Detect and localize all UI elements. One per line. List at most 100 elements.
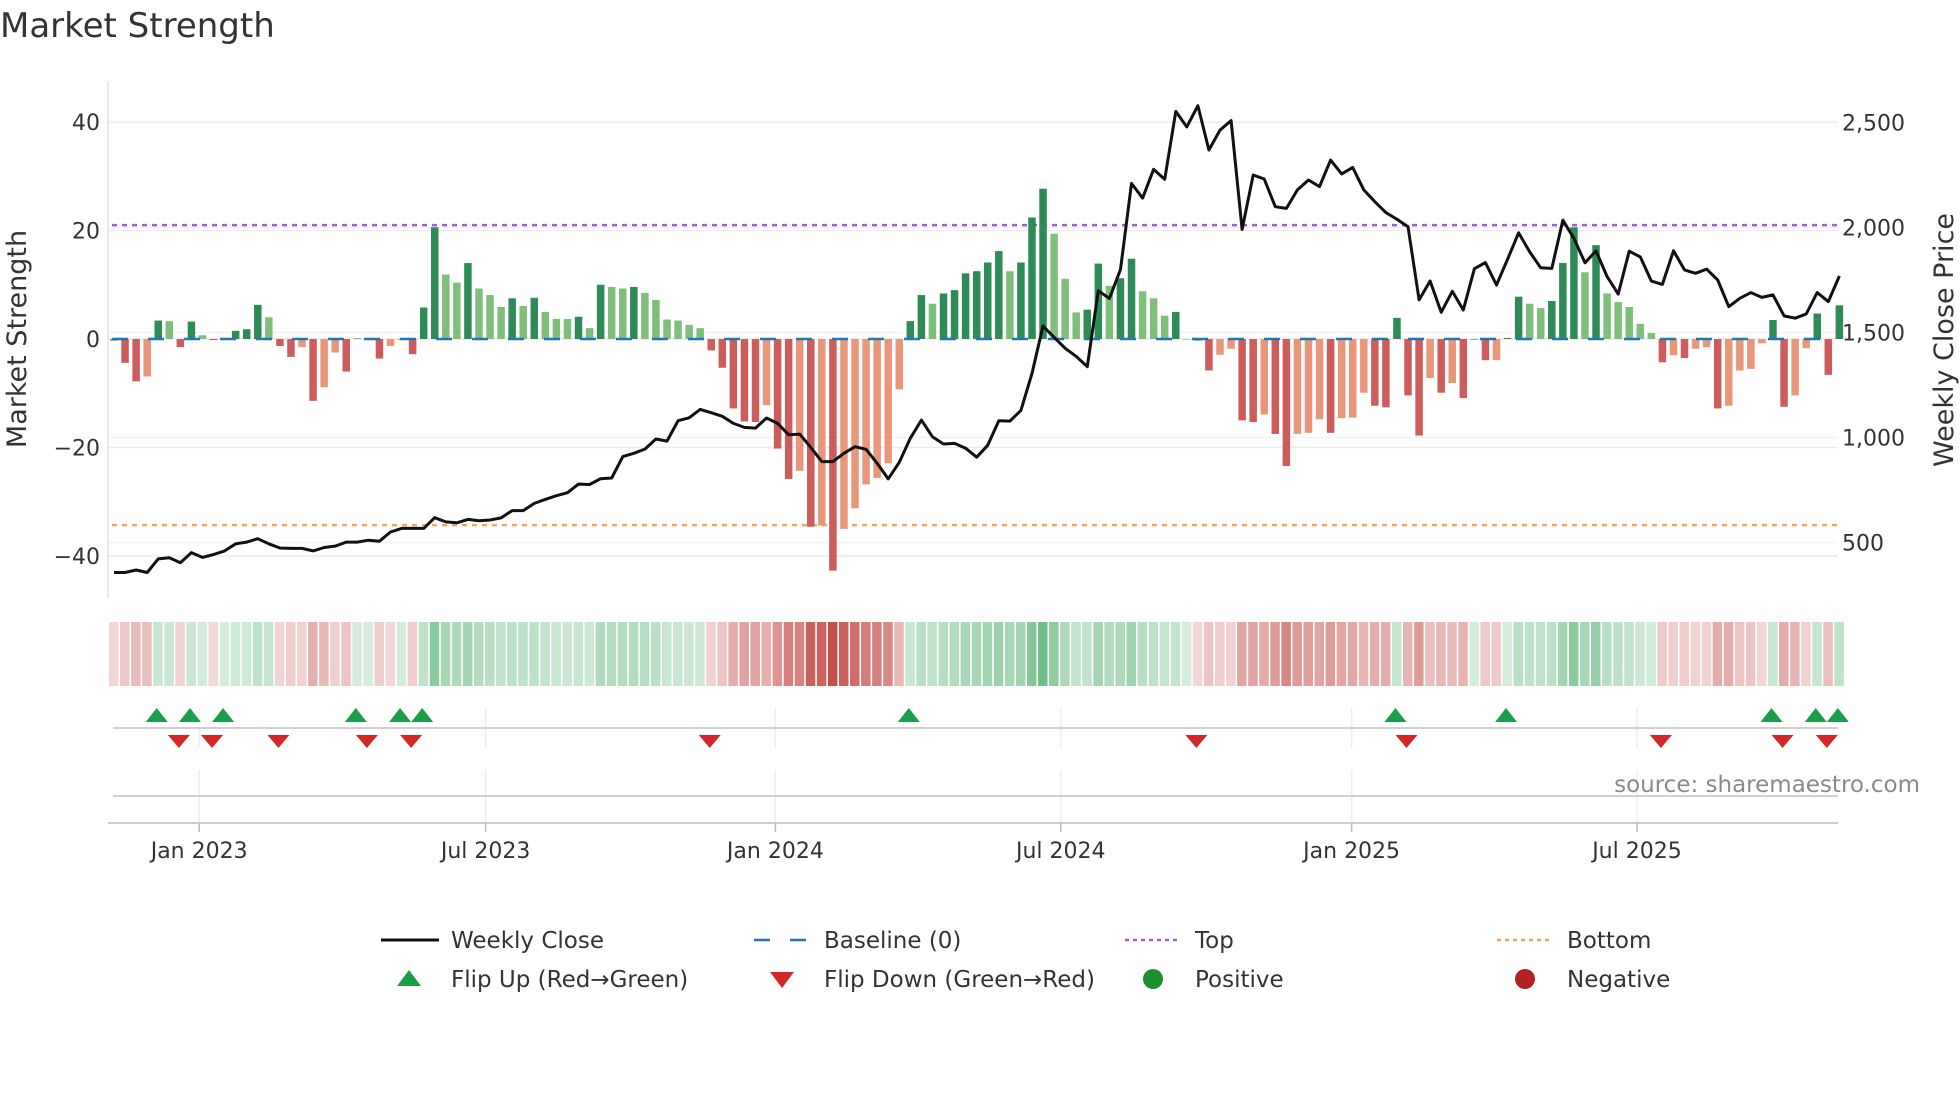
heat-strip-cell [1071, 622, 1081, 686]
y-tick-label: 0 [86, 328, 100, 353]
strength-bar [1536, 308, 1545, 339]
heat-strip-cell [1480, 622, 1490, 686]
strength-bar [773, 339, 782, 449]
heat-strip-cell [407, 622, 418, 686]
heat-strip-cell [1281, 622, 1291, 686]
flip-down-marker [167, 735, 190, 748]
strength-bar [1481, 339, 1490, 361]
strength-bar [1127, 258, 1136, 339]
strength-bar [1581, 272, 1589, 339]
heat-strip-cell [175, 622, 185, 686]
heat-strip-cell [883, 622, 893, 686]
heat-strip-cell [540, 622, 550, 686]
strength-bar [652, 299, 660, 339]
heat-strip-cell [1568, 622, 1579, 686]
strength-bar [696, 328, 704, 339]
source-label: source: sharemaestro.com [1614, 772, 1920, 798]
strength-bar [1492, 339, 1501, 361]
strength-bar [1282, 339, 1291, 466]
heat-strip-cell [285, 622, 296, 686]
heat-strip-cell [1082, 622, 1092, 686]
strength-bar [1149, 298, 1158, 339]
strength-bar [1227, 339, 1235, 349]
legend-item: Positive [1143, 967, 1284, 993]
strength-bar [1636, 323, 1645, 339]
heat-strip-cell [1226, 622, 1236, 686]
strength-bar [419, 307, 428, 339]
heat-strip-cell [1004, 622, 1015, 686]
legend-label: Positive [1195, 967, 1284, 993]
heat-strip-cell [639, 622, 650, 686]
heat-strip-cell [1635, 622, 1645, 686]
heat-strip-cell [1038, 622, 1048, 686]
heat-strip-cell [1336, 622, 1347, 686]
strength-bar [254, 304, 262, 339]
strength-bar [552, 318, 561, 339]
strength-bar [1603, 293, 1611, 339]
flip-down-marker [201, 735, 224, 748]
legend-label: Bottom [1567, 928, 1651, 954]
strength-bar [1669, 339, 1678, 356]
heat-strip-cell [982, 622, 993, 686]
heat-strip-cell [1557, 622, 1568, 686]
strength-bar [1426, 339, 1434, 379]
strength-bar [596, 284, 605, 339]
strength-bar [784, 339, 793, 479]
strength-bar [121, 339, 129, 363]
strength-bar [1337, 339, 1346, 419]
heat-strip-cell [1734, 622, 1745, 686]
heat-strip-cell [628, 622, 639, 686]
strength-bar [851, 339, 859, 509]
heat-strip-cell [1756, 622, 1767, 686]
heat-strip-cell [153, 622, 163, 686]
strength-bar [574, 316, 583, 339]
strength-bar [1415, 339, 1423, 436]
heat-strip-cell [805, 622, 816, 686]
y2-tick-label: 1,500 [1842, 322, 1905, 347]
heat-strip-cell [142, 622, 152, 686]
heat-strip-cell [1535, 622, 1546, 686]
heat-strip-cell [1126, 622, 1137, 686]
strength-bar [917, 295, 926, 339]
strength-bar [630, 286, 638, 339]
strength-bar [242, 329, 251, 339]
heat-strip-cell [794, 622, 805, 686]
strength-bar [1658, 339, 1667, 363]
strength-bar [209, 339, 218, 341]
heat-strip-cell [905, 622, 915, 686]
strength-bar [1780, 339, 1788, 407]
strength-bar [287, 339, 295, 357]
strength-bar [1205, 339, 1213, 371]
heat-strip-cell [1170, 622, 1181, 686]
flip-up-marker [1760, 708, 1783, 722]
strength-bar [1548, 301, 1556, 339]
strength-bar [497, 306, 505, 339]
heat-strip-cell [451, 622, 462, 686]
heat-strip-cell [1646, 622, 1656, 686]
strength-bar [740, 339, 749, 422]
strength-bar [1503, 337, 1512, 339]
heat-strip-cell [927, 622, 937, 686]
heat-strip-cell [1215, 622, 1225, 686]
strength-bar [165, 321, 174, 339]
heat-strip-cell [297, 622, 307, 686]
heat-strip-cell [617, 622, 628, 686]
heat-strip-cell [1690, 622, 1701, 686]
strength-bar [762, 339, 771, 406]
strength-bar [1348, 339, 1357, 418]
heat-strip-cell [1270, 622, 1280, 686]
strength-bar [829, 339, 837, 571]
strength-bar [1393, 317, 1401, 339]
x-tick-label: Jan 2025 [1301, 839, 1400, 864]
heat-strip-cell [1203, 622, 1214, 686]
heat-strip-cell [584, 622, 595, 686]
flip-down-marker [1185, 735, 1208, 748]
x-tick-label: Jul 2023 [439, 839, 531, 864]
heat-strip-cell [1403, 622, 1413, 686]
heat-strip-cell [1115, 622, 1125, 686]
strength-bar [607, 286, 616, 339]
strength-bar [1802, 339, 1810, 349]
x-tick-label: Jan 2024 [725, 839, 824, 864]
strength-bar [1371, 339, 1379, 406]
heat-strip-cell [1458, 622, 1468, 686]
